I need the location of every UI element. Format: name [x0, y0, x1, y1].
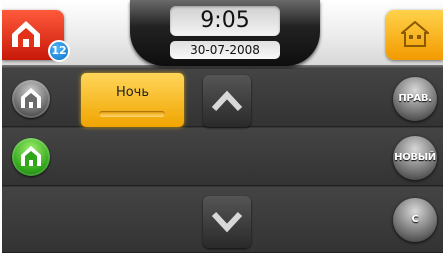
house-icon — [401, 21, 429, 47]
clock-time-panel: 9:05 — [170, 6, 280, 36]
clock-date: 30-07-2008 — [190, 43, 260, 57]
mode-night-label: Ночь — [115, 85, 150, 100]
scroll-up-button[interactable] — [203, 75, 251, 127]
clear-button[interactable]: C — [393, 198, 437, 242]
chevron-down-icon — [211, 211, 243, 233]
house-outline-icon — [12, 21, 40, 47]
mode-active-indicator — [99, 111, 165, 117]
house-icon — [21, 146, 41, 166]
chevron-up-icon — [211, 90, 243, 112]
new-button[interactable]: НОВЫЙ — [393, 136, 437, 180]
clock-date-panel: 30-07-2008 — [170, 41, 280, 59]
clock-time: 9:05 — [200, 8, 250, 33]
scroll-down-button[interactable] — [203, 196, 251, 248]
mode-night-button[interactable]: Ночь — [81, 73, 184, 127]
scenario-active-home-button[interactable] — [12, 138, 50, 176]
notification-badge: 12 — [48, 40, 70, 62]
screen: 9:05 30-07-2008 12 Ночь ПРАВ. НОВЫЙ C — [2, 0, 443, 253]
home-button[interactable] — [386, 10, 443, 60]
list-row-2 — [2, 128, 443, 186]
scenario-home-button[interactable] — [12, 80, 50, 118]
house-outline-icon — [21, 88, 41, 108]
clock-display: 9:05 30-07-2008 — [130, 0, 320, 66]
edit-button[interactable]: ПРАВ. — [393, 77, 437, 121]
